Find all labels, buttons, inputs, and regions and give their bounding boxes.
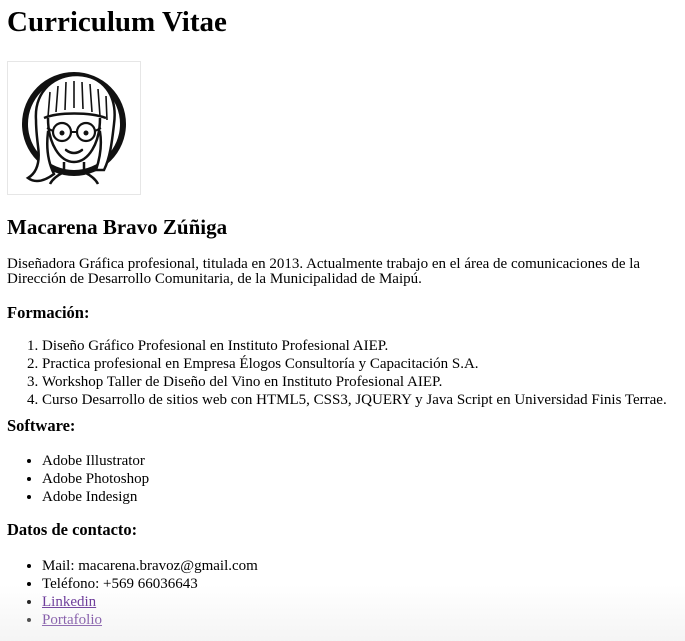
linkedin-link[interactable]: Linkedin	[42, 594, 96, 610]
contact-linkedin-item: Linkedin	[42, 593, 258, 611]
software-heading: Software:	[7, 416, 76, 435]
portfolio-link[interactable]: Portafolio	[42, 612, 102, 628]
software-list: Adobe Illustrator Adobe Photoshop Adobe …	[7, 452, 149, 506]
avatar	[7, 61, 141, 195]
portrait-icon	[22, 72, 126, 185]
list-item: Adobe Indesign	[42, 488, 149, 506]
list-item: Curso Desarrollo de sitios web con HTML5…	[42, 391, 667, 409]
contacto-list: Mail: macarena.bravoz@gmail.com Teléfono…	[7, 557, 258, 629]
page-title: Curriculum Vitae	[7, 6, 227, 38]
person-name: Macarena Bravo Zúñiga	[7, 215, 228, 239]
contacto-heading: Datos de contacto:	[7, 520, 138, 539]
contact-portfolio-item: Portafolio	[42, 611, 258, 629]
list-item: Adobe Illustrator	[42, 452, 149, 470]
contact-phone: Teléfono: +569 66036643	[42, 575, 258, 593]
formacion-heading: Formación:	[7, 303, 90, 322]
list-item: Practica profesional en Empresa Élogos C…	[42, 355, 667, 373]
list-item: Adobe Photoshop	[42, 470, 149, 488]
contact-mail: Mail: macarena.bravoz@gmail.com	[42, 557, 258, 575]
list-item: Diseño Gráfico Profesional en Instituto …	[42, 337, 667, 355]
list-item: Workshop Taller de Diseño del Vino en In…	[42, 373, 667, 391]
formacion-list: Diseño Gráfico Profesional en Instituto …	[7, 337, 667, 409]
bio-paragraph: Diseñadora Gráfica profesional, titulada…	[7, 256, 641, 287]
